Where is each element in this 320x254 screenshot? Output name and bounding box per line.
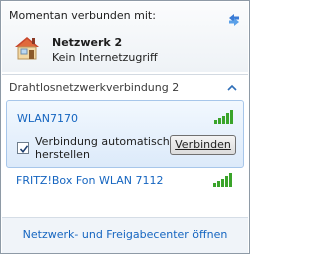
auto-connect-checkbox[interactable] [17,142,29,154]
section-title: Drahtlosnetzwerkverbindung 2 [9,81,180,94]
connect-button[interactable]: Verbinden [170,135,236,155]
network-item-fritzbox[interactable]: FRITZ!Box Fon WLAN 7112 [6,170,244,194]
collapse-chevron-icon[interactable] [227,82,237,91]
footer-panel: Netzwerk- und Freigabecenter öffnen [2,217,248,253]
connected-title: Momentan verbunden mit: [9,9,156,22]
home-network-icon [14,35,40,61]
signal-strength-icon [213,173,233,187]
current-network-name: Netzwerk 2 [52,36,123,49]
current-connection-panel: Momentan verbunden mit: Netzwerk 2 Kein … [2,2,248,72]
connect-button-label: Verbinden [175,138,231,151]
network-name: FRITZ!Box Fon WLAN 7112 [16,174,164,187]
signal-strength-icon [214,110,234,124]
network-flyout: Momentan verbunden mit: Netzwerk 2 Kein … [0,0,250,254]
refresh-icon[interactable] [226,12,242,28]
network-name: WLAN7170 [17,112,79,125]
wireless-section-header[interactable]: Drahtlosnetzwerkverbindung 2 [2,74,248,98]
auto-connect-label: Verbindung automatisch herstellen [35,135,170,161]
checkmark-icon [19,145,29,154]
network-sharing-center-link[interactable]: Netzwerk- und Freigabecenter öffnen [2,228,248,241]
network-item-wlan7170[interactable]: WLAN7170 Verbindung automatisch herstell… [6,100,244,168]
current-network-status: Kein Internetzugriff [52,51,158,64]
